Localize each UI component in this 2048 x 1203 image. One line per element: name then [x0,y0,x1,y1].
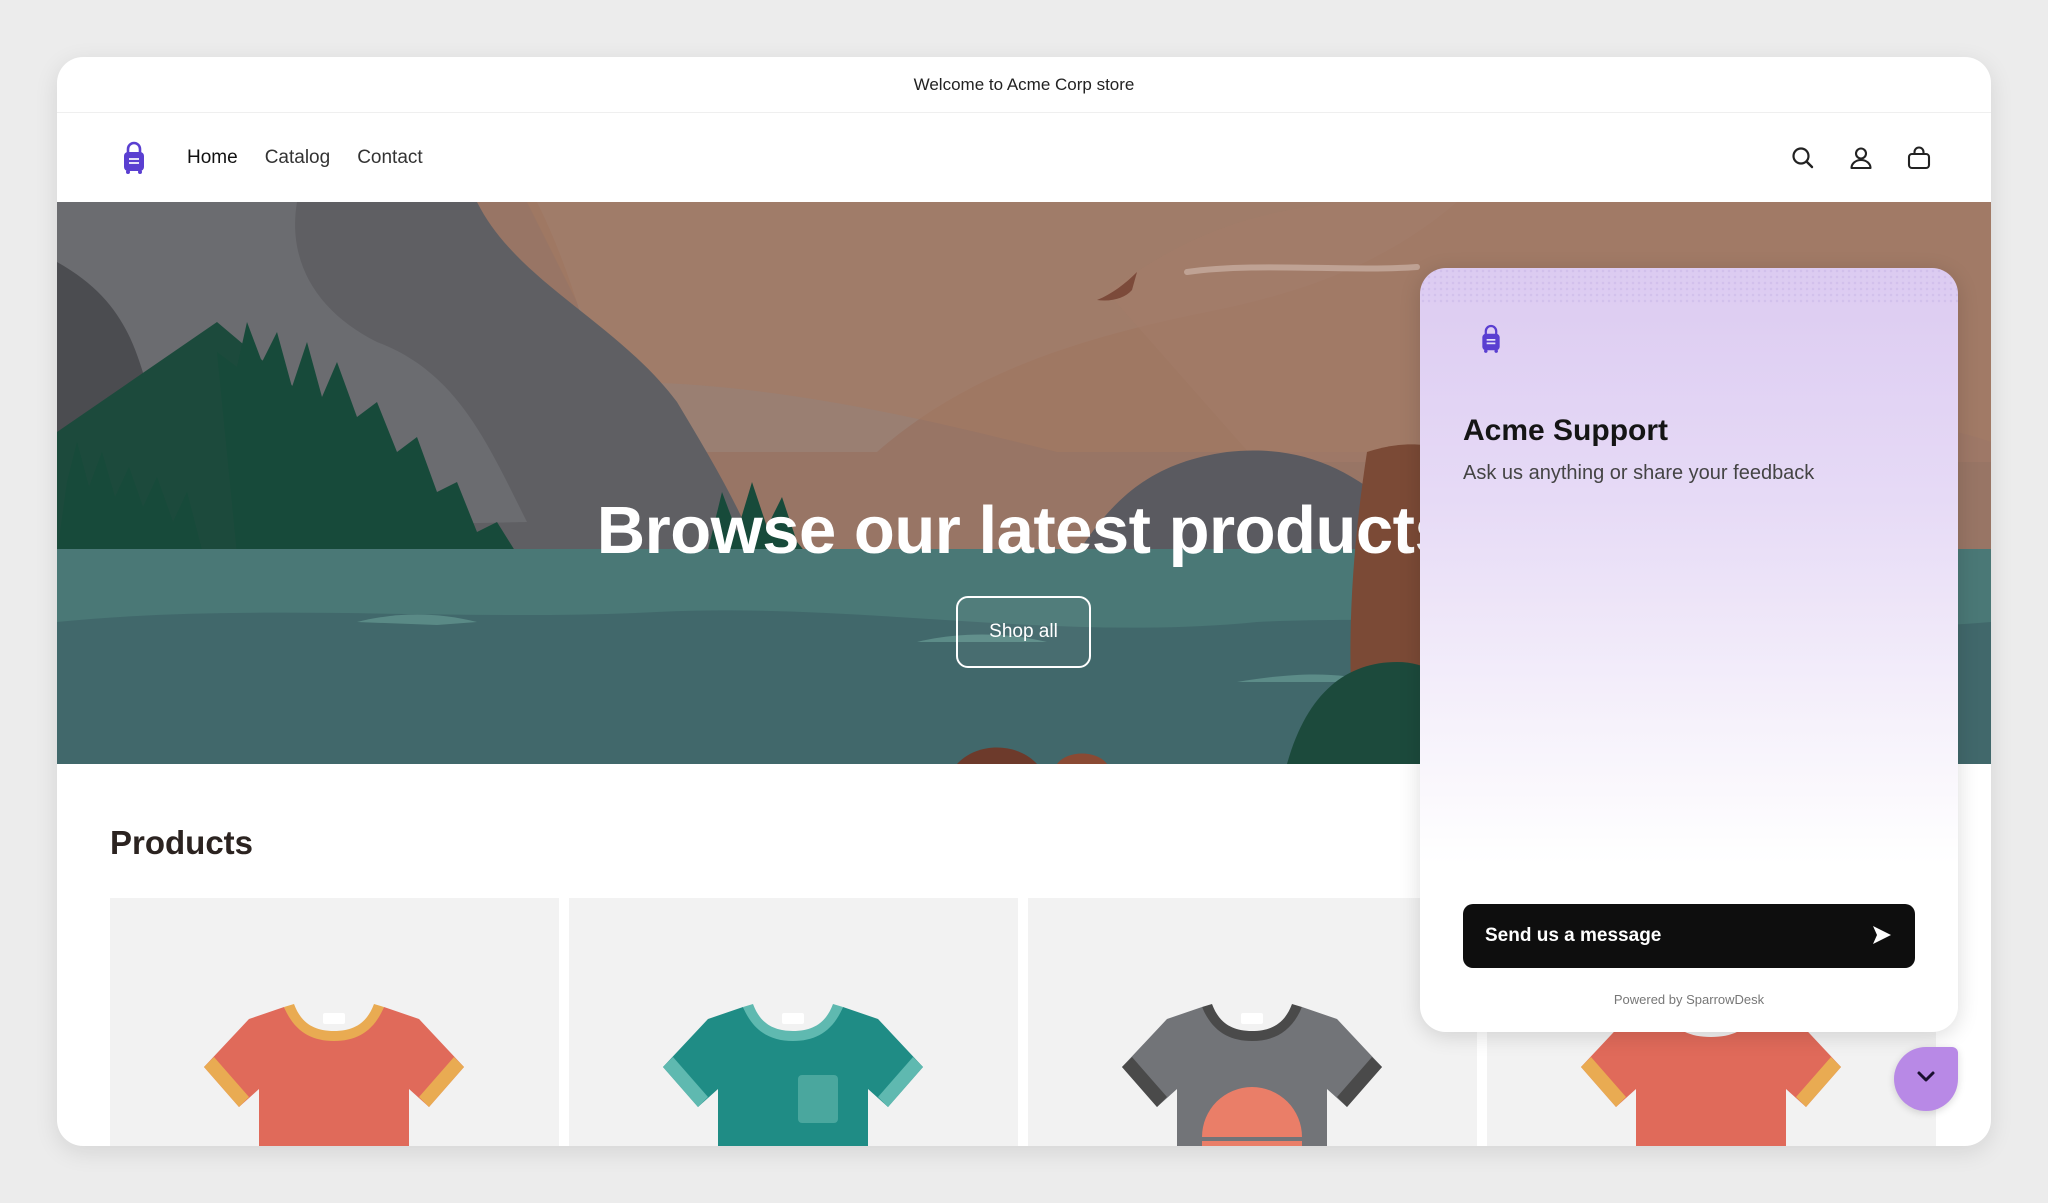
support-chat-widget: Acme Support Ask us anything or share yo… [1420,268,1958,1032]
search-icon[interactable] [1789,144,1817,172]
tshirt-image [1122,1004,1382,1146]
user-icon[interactable] [1847,144,1875,172]
chat-decor-strip [1420,268,1958,304]
announcement-text: Welcome to Acme Corp store [913,74,1135,94]
shop-all-button[interactable]: Shop all [956,596,1091,668]
main-nav: Home Catalog Contact [187,147,423,169]
product-card[interactable] [569,898,1018,1146]
products-heading: Products [110,824,254,861]
tshirt-image [663,1004,923,1146]
announcement-bar: Welcome to Acme Corp store [57,57,1991,113]
chat-subtitle: Ask us anything or share your feedback [1463,462,1815,484]
shopping-bag-logo-icon[interactable] [119,141,149,175]
product-card[interactable] [1028,898,1477,1146]
site-header: Home Catalog Contact [57,113,1991,202]
send-arrow-icon [1871,924,1893,952]
send-message-label: Send us a message [1485,925,1662,946]
send-message-button[interactable]: Send us a message [1463,904,1915,968]
shopping-bag-logo-icon [1478,323,1504,355]
nav-contact[interactable]: Contact [357,147,422,169]
header-actions [1789,113,1933,202]
powered-by-text: Powered by SparrowDesk [1613,992,1765,1007]
chat-title: Acme Support [1463,414,1669,447]
tshirt-image [204,1004,464,1146]
chat-collapse-button[interactable] [1894,1047,1958,1111]
chevron-down-icon [1913,1064,1939,1095]
nav-catalog[interactable]: Catalog [265,147,331,169]
cart-bag-icon[interactable] [1905,144,1933,172]
nav-home[interactable]: Home [187,147,238,169]
product-card[interactable] [110,898,559,1146]
